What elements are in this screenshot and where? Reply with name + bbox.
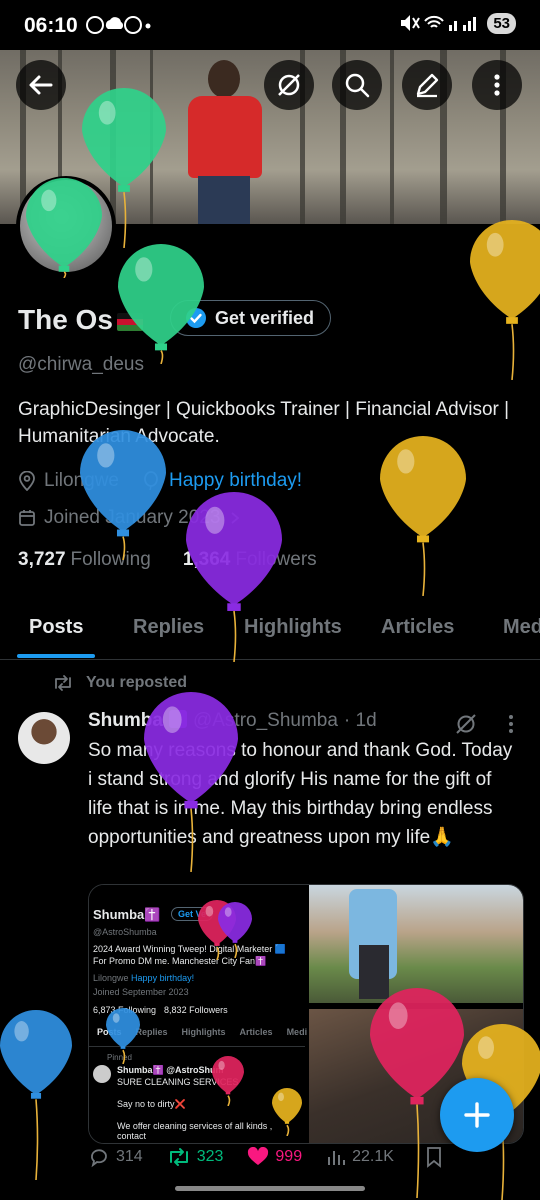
status-bar: 06:10 53 xyxy=(0,0,540,50)
balloon-birthday-icon xyxy=(144,471,158,491)
get-verified-label: Get verified xyxy=(215,307,315,328)
post-more-icon[interactable] xyxy=(502,712,520,736)
post-header: Shumba @Astro_Shumba · 1d xyxy=(88,710,377,732)
system-icons: 53 xyxy=(399,12,516,34)
repost-count: 323 xyxy=(196,1148,224,1165)
tab-highlights[interactable]: Highlights xyxy=(244,616,342,639)
embedded-avatar xyxy=(93,1065,111,1083)
views-count: 22.1K xyxy=(352,1148,394,1165)
notification-icons xyxy=(86,14,152,36)
gesture-bar xyxy=(175,1186,365,1191)
back-button[interactable] xyxy=(16,60,66,110)
like-button[interactable]: 999 xyxy=(247,1147,302,1167)
profile-name: The Os xyxy=(18,304,113,335)
following-label: Following xyxy=(70,549,151,570)
post-actions: 314 323 999 22.1K xyxy=(88,1146,518,1168)
birthday-link[interactable]: Happy birthday! xyxy=(169,470,302,492)
followers-label: Followers xyxy=(235,549,317,570)
repost-label: You reposted xyxy=(86,674,188,691)
tab-media[interactable]: Med xyxy=(503,616,540,639)
more-vertical-icon xyxy=(494,74,500,96)
search-button[interactable] xyxy=(332,60,382,110)
calendar-icon xyxy=(19,510,35,526)
notification-apps-icon xyxy=(86,16,151,34)
embedded-tabs: Posts Replies Highlights Articles Medi xyxy=(89,1027,307,1047)
following-count: 3,727 xyxy=(18,549,66,570)
balloon-icon xyxy=(470,220,540,380)
embedded-pinned-line3: We offer cleaning services of all kinds … xyxy=(117,1121,273,1141)
malawi-flag-icon xyxy=(116,312,143,331)
reply-icon xyxy=(91,1149,107,1168)
post-author-handle[interactable]: @Astro_Shumba xyxy=(193,710,338,732)
signal-wifi-icon xyxy=(401,15,477,31)
post-text: So many reasons to honour and thank God.… xyxy=(88,740,513,848)
grok-icon[interactable] xyxy=(454,712,478,736)
grok-button[interactable] xyxy=(264,60,314,110)
cross-emoji-icon xyxy=(168,710,187,728)
profile-name-row: The Os xyxy=(18,304,143,336)
embedded-handle: @AstroShumba xyxy=(93,927,157,937)
embedded-pinned: Pinned xyxy=(107,1053,132,1062)
views-button[interactable]: 22.1K xyxy=(326,1147,394,1167)
embedded-profile-screenshot[interactable]: Shumba✝️ Get Ve @AstroShumba 2024 Award … xyxy=(89,885,307,1143)
battery-level: 53 xyxy=(487,12,516,34)
embedded-stats: 6,873 Following 8,832 Followers xyxy=(93,1005,228,1015)
bookmark-icon[interactable] xyxy=(424,1146,444,1168)
tab-articles[interactable]: Articles xyxy=(381,616,454,639)
heart-icon xyxy=(248,1147,269,1165)
balloon-icon xyxy=(380,436,466,596)
views-icon xyxy=(328,1151,346,1165)
plus-icon xyxy=(464,1102,490,1128)
following-link[interactable]: 3,727 Following xyxy=(18,549,151,571)
arrow-left-icon xyxy=(29,75,53,95)
grok-icon xyxy=(278,74,300,96)
followers-count: 1,364 xyxy=(182,549,231,570)
location-pin-icon xyxy=(19,471,35,491)
status-time: 06:10 xyxy=(24,14,78,37)
repost-button[interactable]: 323 xyxy=(167,1147,224,1167)
edit-button[interactable] xyxy=(402,60,452,110)
pencil-icon xyxy=(416,73,439,98)
chevron-right-icon[interactable] xyxy=(228,511,242,525)
profile-handle: @chirwa_deus xyxy=(18,354,144,375)
profile-stats: 3,727 Following 1,364 Followers xyxy=(18,549,317,571)
verified-badge-icon xyxy=(186,308,206,328)
repost-indicator: You reposted xyxy=(52,674,187,692)
post-author-name[interactable]: Shumba xyxy=(88,710,163,732)
reply-count: 314 xyxy=(116,1148,143,1165)
post-time: · 1d xyxy=(343,710,377,731)
embedded-location: Lilongwe Happy birthday! xyxy=(93,973,195,983)
profile-joined: Joined January 2023 xyxy=(44,507,221,528)
embedded-joined: Joined September 2023 xyxy=(93,987,189,997)
post-photo-top[interactable] xyxy=(309,885,523,1003)
banner-person xyxy=(180,60,266,224)
balloon-icon xyxy=(0,1010,72,1180)
profile-avatar[interactable] xyxy=(16,176,116,276)
search-icon xyxy=(345,73,370,98)
repost-icon xyxy=(169,1148,188,1166)
embedded-get-verified: Get Ve xyxy=(171,907,214,921)
more-button[interactable] xyxy=(472,60,522,110)
followers-link[interactable]: 1,364 Followers xyxy=(183,549,317,571)
profile-tabs: Posts Replies Highlights Articles Med xyxy=(0,606,540,660)
profile-joined-row: Joined January 2023 xyxy=(18,507,242,529)
compose-fab[interactable] xyxy=(440,1078,514,1152)
repost-icon xyxy=(55,675,71,691)
like-count: 999 xyxy=(275,1148,303,1165)
active-tab-indicator xyxy=(17,654,95,658)
embedded-pinned-author: Shumba✝️ @AstroShum xyxy=(117,1065,224,1075)
reply-button[interactable]: 314 xyxy=(88,1146,143,1168)
profile-location: Lilongwe xyxy=(44,470,119,491)
tab-posts[interactable]: Posts xyxy=(29,616,83,639)
embedded-pinned-line2: Say no to dirty❌ xyxy=(117,1099,186,1109)
profile-location-row: Lilongwe Happy birthday! xyxy=(18,470,302,492)
embedded-name: Shumba✝️ xyxy=(93,907,161,922)
profile-bio: GraphicDesinger | Quickbooks Trainer | F… xyxy=(18,399,510,447)
embedded-pinned-line1: SURE CLEANING SERVICES xyxy=(117,1077,239,1087)
post-author-avatar[interactable] xyxy=(18,712,70,764)
tab-replies[interactable]: Replies xyxy=(133,616,204,639)
get-verified-button[interactable]: Get verified xyxy=(170,300,332,336)
embedded-bio: 2024 Award Winning Tweep! Digital Market… xyxy=(93,944,286,966)
